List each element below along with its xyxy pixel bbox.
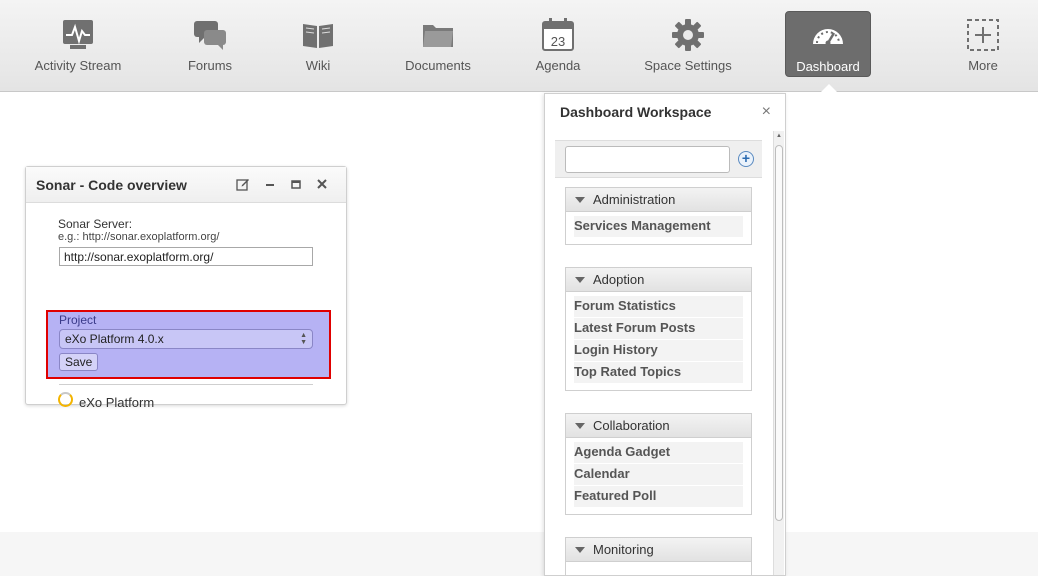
nav-more[interactable]: More (955, 11, 1011, 77)
workspace-scrollbar[interactable]: ▲ (773, 131, 784, 575)
project-label: Project (59, 313, 97, 327)
nav-forums[interactable]: Forums (175, 11, 245, 77)
collapse-caret-icon (575, 546, 585, 553)
sonar-server-hint: e.g.: http://sonar.exoplatform.org/ (58, 231, 220, 243)
gadget-item[interactable]: Calendar (574, 464, 743, 486)
nav-activity-stream[interactable]: Activity Stream (30, 11, 126, 77)
project-select[interactable]: eXo Platform 4.0.x ▲ ▼ (59, 329, 313, 349)
edit-icon[interactable] (236, 177, 250, 191)
gadget-item[interactable]: Login History (574, 340, 743, 362)
category-monitoring: Monitoring (565, 537, 752, 575)
nav-agenda[interactable]: 23 Agenda (530, 11, 586, 77)
forums-icon (194, 21, 226, 50)
save-button[interactable]: Save (59, 353, 99, 371)
dashboard-icon (813, 29, 843, 46)
dashboard-workspace-panel: Dashboard Workspace × + ▲ Administration… (544, 93, 786, 576)
activity-stream-icon (63, 20, 93, 49)
sonar-server-input[interactable] (59, 247, 313, 266)
footer-band (0, 532, 1038, 576)
nav-wiki[interactable]: Wiki (290, 11, 346, 77)
category-items: Forum Statistics Latest Forum Posts Logi… (566, 292, 751, 390)
category-label: Administration (593, 192, 676, 207)
wiki-icon (303, 24, 333, 48)
nav-label: More (968, 58, 998, 73)
nav-label: Activity Stream (34, 58, 122, 73)
gadget-item[interactable]: Agenda Gadget (574, 442, 743, 464)
workspace-title: Dashboard Workspace (560, 104, 712, 120)
category-administration: Administration Services Management (565, 187, 752, 245)
close-icon[interactable] (315, 177, 329, 191)
category-header[interactable]: Monitoring (566, 538, 751, 562)
agenda-day: 23 (551, 34, 565, 49)
category-label: Adoption (593, 272, 645, 287)
documents-icon (423, 25, 453, 47)
maximize-icon[interactable] (289, 177, 303, 191)
category-items: Agenda Gadget Calendar Featured Poll (566, 438, 751, 514)
gadget-item[interactable]: Latest Forum Posts (574, 318, 743, 340)
project-select-value: eXo Platform 4.0.x (65, 332, 164, 346)
nav-label: Dashboard (796, 59, 860, 74)
category-header[interactable]: Administration (566, 188, 751, 212)
sonar-gadget: Sonar - Code overview Sonar Server: e.g.… (25, 166, 347, 410)
collapse-caret-icon (575, 276, 585, 283)
nav-label: Documents (405, 58, 471, 73)
category-header[interactable]: Adoption (566, 268, 751, 292)
project-selection-highlight: Project eXo Platform 4.0.x ▲ ▼ Save (46, 310, 331, 379)
gear-icon (672, 19, 704, 51)
gadget-title: Sonar - Code overview (36, 177, 187, 193)
category-collaboration: Collaboration Agenda Gadget Calendar Fea… (565, 413, 752, 515)
nav-label: Wiki (305, 58, 331, 73)
active-tab-caret (820, 84, 838, 93)
category-label: Monitoring (593, 542, 654, 557)
category-items: Services Management (566, 212, 751, 244)
gadget-item[interactable]: Top Rated Topics (574, 362, 743, 384)
scrollbar-thumb[interactable] (775, 145, 783, 521)
select-arrows-icon: ▲ ▼ (300, 332, 307, 346)
gadget-item[interactable]: Featured Poll (574, 486, 743, 508)
scroll-up-icon[interactable]: ▲ (776, 133, 782, 139)
category-header[interactable]: Collaboration (566, 414, 751, 438)
nav-label: Forums (187, 58, 233, 73)
nav-label: Space Settings (644, 58, 732, 73)
category-adoption: Adoption Forum Statistics Latest Forum P… (565, 267, 752, 391)
divider (59, 384, 313, 385)
sonar-server-label: Sonar Server: (58, 217, 133, 231)
collapse-caret-icon (575, 422, 585, 429)
workspace-search-input[interactable] (565, 146, 730, 173)
project-row: eXo Platform (58, 389, 154, 410)
loading-spinner-icon (58, 392, 73, 407)
more-icon (967, 19, 999, 51)
agenda-icon: 23 (542, 18, 574, 51)
nav-dashboard[interactable]: Dashboard (785, 11, 871, 77)
minimize-icon[interactable] (263, 177, 277, 191)
gadget-item[interactable]: Services Management (574, 216, 743, 238)
project-name: eXo Platform (79, 395, 155, 410)
nav-label: Agenda (535, 58, 581, 73)
category-label: Collaboration (593, 418, 670, 433)
add-gadget-icon[interactable]: + (738, 151, 754, 167)
nav-space-settings[interactable]: Space Settings (640, 11, 736, 77)
nav-documents[interactable]: Documents (400, 11, 476, 77)
gadget-header: Sonar - Code overview (26, 167, 346, 203)
gadget-item[interactable]: Forum Statistics (574, 296, 743, 318)
workspace-close-icon[interactable]: × (762, 103, 771, 121)
workspace-search-bar: + (555, 140, 762, 178)
collapse-caret-icon (575, 196, 585, 203)
top-navigation: Activity Stream Forums Wiki Documents 23… (0, 0, 1038, 93)
